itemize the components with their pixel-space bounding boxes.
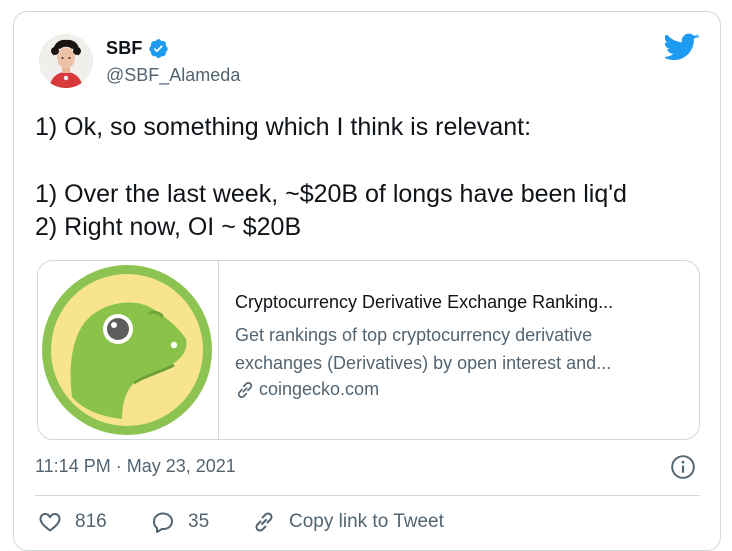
link-thumbnail[interactable] [38,261,219,439]
copy-link-button[interactable]: Copy link to Tweet [251,510,444,534]
user-name[interactable]: SBF [106,38,169,59]
like-button[interactable]: 816 [37,510,107,534]
link-description-line: exchanges (Derivatives) by open interest… [235,353,612,373]
link-icon [237,381,253,398]
reply-button[interactable]: 35 [150,510,209,534]
avatar[interactable] [39,34,93,88]
link-description-line: Get rankings of top cryptocurrency deriv… [235,325,593,345]
tweet-card: SBF @SBF_Alameda 1) Ok, so something whi… [13,11,721,551]
link-domain-text[interactable]: coingecko.com [259,379,379,400]
tweet-line: 1) Ok, so something which I think is rel… [35,113,532,141]
copy-link-icon [255,512,273,532]
tweet-line: 1) Over the last week, ~$20B of longs ha… [35,180,627,208]
tweet-timestamp[interactable]: 11:14 PM · May 23, 2021 [35,456,236,477]
heart-icon [39,513,61,532]
link-info[interactable]: Cryptocurrency Derivative Exchange Ranki… [235,292,685,400]
link-domain[interactable]: coingecko.com [235,379,685,400]
verified-badge-icon [148,39,168,59]
twitter-bird-icon[interactable] [665,33,700,63]
tweet-text: 1) Ok, so something which I think is rel… [35,111,627,244]
divider [35,495,700,496]
reply-count: 35 [188,511,210,532]
link-title[interactable]: Cryptocurrency Derivative Exchange Ranki… [235,292,685,313]
info-icon[interactable] [670,454,696,480]
tweet-line: 2) Right now, OI ~ $20B [35,213,302,241]
user-handle[interactable]: @SBF_Alameda [106,65,240,86]
link-preview-card[interactable]: Cryptocurrency Derivative Exchange Ranki… [37,260,700,440]
user-name-text[interactable]: SBF [106,38,143,59]
link-description: Get rankings of top cryptocurrency deriv… [235,321,685,377]
reply-icon [153,512,173,533]
like-count: 816 [75,511,107,532]
copy-link-label: Copy link to Tweet [289,511,444,532]
